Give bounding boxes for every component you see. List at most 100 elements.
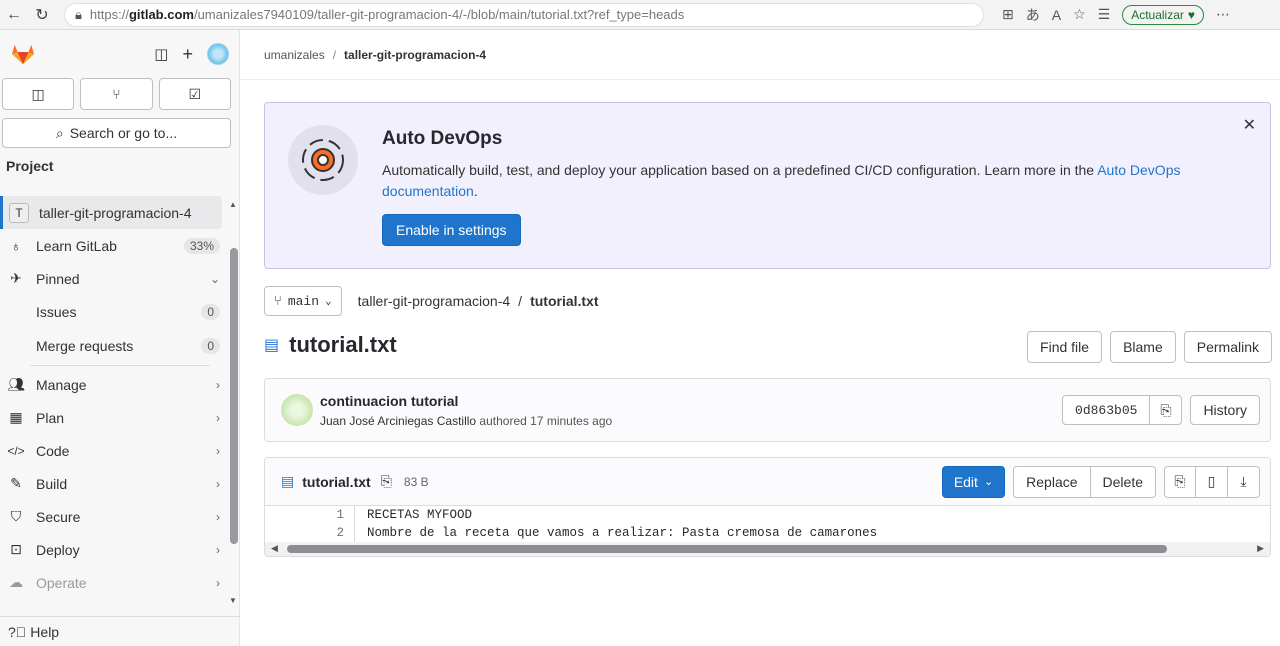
sidebar-item-secure[interactable]: ⛉ Secure › xyxy=(0,500,228,533)
blame-button[interactable]: Blame xyxy=(1110,331,1176,363)
users-icon: 👥︎ xyxy=(7,376,25,392)
update-label: Actualizar xyxy=(1131,7,1184,22)
gitlab-logo-icon[interactable] xyxy=(10,43,36,65)
help-button[interactable]: ?⃝ Help xyxy=(0,616,240,646)
delete-button[interactable]: Delete xyxy=(1090,465,1156,498)
code-content: 1 RECETAS MYFOOD 2 Nombre de la receta q… xyxy=(265,506,1270,542)
translate-icon[interactable]: あ xyxy=(1026,5,1040,25)
sidebar-item-merge-requests[interactable]: Merge requests 0 xyxy=(0,329,228,363)
pin-icon: ✈ xyxy=(10,270,22,286)
sidebar-item-learn-gitlab[interactable]: ♁ Learn GitLab 33% xyxy=(0,229,228,262)
shield-icon: ⛉ xyxy=(10,508,22,524)
search-button[interactable]: ⌕ Search or go to... xyxy=(2,118,231,148)
sidebar-item-label: Operate xyxy=(36,574,87,591)
permalink-button[interactable]: Permalink xyxy=(1183,331,1272,363)
update-button[interactable]: Actualizar ♥ xyxy=(1122,4,1205,25)
collapse-sidebar-icon[interactable]: ◫ xyxy=(154,45,168,63)
copy-sha-button[interactable]: ⎘ xyxy=(1150,395,1183,425)
sidebar-item-deploy[interactable]: ⊡ Deploy › xyxy=(0,533,228,566)
sidebar-item-label: Pinned xyxy=(36,270,80,287)
sidebar-item-build[interactable]: ✎ Build › xyxy=(0,467,228,500)
cloud-icon: ☁ xyxy=(9,574,23,590)
file-icon: ▤ xyxy=(281,473,295,489)
edit-dropdown-button[interactable]: Edit ⌄ xyxy=(941,465,1006,498)
help-label: Help xyxy=(30,623,60,640)
merge-request-icon: ⑂ xyxy=(112,86,121,102)
chevron-right-icon: › xyxy=(216,377,220,392)
sidebar-item-plan[interactable]: ▦ Plan › xyxy=(0,401,228,434)
path-project[interactable]: taller-git-programacion-4 xyxy=(358,293,511,309)
avatar[interactable] xyxy=(281,394,313,426)
line-number[interactable]: 1 xyxy=(265,506,355,524)
scroll-down-icon[interactable]: ▼ xyxy=(229,596,237,605)
horizontal-scrollbar[interactable]: ◀ ▶ xyxy=(265,542,1270,556)
todo-shortcut-button[interactable]: ☑ xyxy=(158,78,231,110)
path-file: tutorial.txt xyxy=(530,293,599,309)
read-aloud-icon[interactable]: A xyxy=(1052,7,1061,23)
scroll-left-icon[interactable]: ◀ xyxy=(271,543,278,554)
close-icon[interactable]: ✕ xyxy=(1243,115,1256,135)
sidebar-item-issues[interactable]: Issues 0 xyxy=(0,295,228,329)
download-button[interactable]: ⤓ xyxy=(1228,465,1260,498)
address-bar[interactable]: 🔒︎ https://gitlab.com/umanizales7940109/… xyxy=(64,2,984,27)
apps-icon[interactable]: ⊞ xyxy=(1002,6,1014,23)
last-commit: continuacion tutorial Juan José Arcinieg… xyxy=(264,378,1271,442)
count-badge: 0 xyxy=(201,304,220,320)
copy-contents-button[interactable]: ⎘ xyxy=(1164,465,1196,498)
sidebar-item-manage[interactable]: 👥︎ Manage › xyxy=(0,368,228,401)
scroll-right-icon[interactable]: ▶ xyxy=(1257,543,1264,554)
help-icon: ?⃝ xyxy=(8,623,27,640)
merge-requests-shortcut-button[interactable]: ⑂ xyxy=(80,78,153,110)
main-content: umanizales / taller-git-programacion-4 A… xyxy=(241,30,1280,646)
code-icon: </> xyxy=(7,443,25,458)
history-button[interactable]: History xyxy=(1190,395,1260,425)
project-avatar: T xyxy=(9,202,29,223)
search-icon: ⌕ xyxy=(55,124,64,141)
user-avatar[interactable] xyxy=(207,43,229,65)
sidebar-item-label: Learn GitLab xyxy=(36,237,117,254)
find-file-button[interactable]: Find file xyxy=(1027,331,1103,363)
sidebar-item-operate[interactable]: ☁ Operate › xyxy=(0,566,228,599)
sidebar-item-label: Plan xyxy=(36,409,65,426)
breadcrumb-owner[interactable]: umanizales xyxy=(264,48,325,62)
banner-title: Auto DevOps xyxy=(382,128,503,149)
chevron-down-icon: ⌄ xyxy=(209,271,220,286)
copy-path-icon[interactable]: ⎘ xyxy=(381,473,392,490)
deploy-icon: ⊡ xyxy=(10,541,22,557)
horizontal-scroll-thumb[interactable] xyxy=(287,545,1167,553)
file-title-text: tutorial.txt xyxy=(289,332,397,357)
banner-description: Automatically build, test, and deploy yo… xyxy=(382,162,1098,178)
sidebar-item-code[interactable]: </> Code › xyxy=(0,434,228,467)
issues-icon: ◫ xyxy=(31,85,45,102)
scroll-up-icon[interactable]: ▲ xyxy=(229,200,237,209)
repo-navigation: ⑂ main ⌄ taller-git-programacion-4 / tutor… xyxy=(264,285,599,317)
sidebar-scrollbar[interactable] xyxy=(230,248,238,544)
open-raw-button[interactable]: ▯ xyxy=(1196,465,1228,498)
line-number[interactable]: 2 xyxy=(265,524,355,542)
favorites-list-icon[interactable]: ☰ xyxy=(1098,6,1111,23)
sidebar-item-project[interactable]: T taller-git-programacion-4 xyxy=(0,196,222,229)
favorite-icon[interactable]: ☆ xyxy=(1073,6,1086,23)
sidebar-item-label: Build xyxy=(36,475,68,492)
commit-author[interactable]: Juan José Arciniegas Castillo xyxy=(320,414,476,428)
branch-selector[interactable]: ⑂ main ⌄ xyxy=(264,286,342,316)
branch-icon: ⑂ xyxy=(274,293,282,309)
browser-toolbar: ← ↻ 🔒︎ https://gitlab.com/umanizales7940… xyxy=(0,0,1280,30)
blob-file-name: tutorial.txt xyxy=(302,473,371,490)
chevron-right-icon: › xyxy=(216,509,220,524)
banner-period: . xyxy=(473,183,478,199)
back-icon[interactable]: ← xyxy=(0,1,28,29)
commit-sha[interactable]: 0d863b05 xyxy=(1062,395,1151,425)
replace-button[interactable]: Replace xyxy=(1013,465,1091,498)
file-icon: ▤ xyxy=(264,337,280,354)
more-icon[interactable]: ⋯ xyxy=(1216,6,1230,23)
plus-icon[interactable]: + xyxy=(182,44,193,65)
issues-shortcut-button[interactable]: ◫ xyxy=(2,78,75,110)
breadcrumb-separator: / xyxy=(332,47,337,62)
reload-icon[interactable]: ↻ xyxy=(28,1,56,29)
commit-meta: Juan José Arciniegas Castillo authored 1… xyxy=(320,414,612,428)
enable-in-settings-button[interactable]: Enable in settings xyxy=(382,214,521,246)
sidebar-item-pinned[interactable]: ✈ Pinned ⌄ xyxy=(0,262,228,295)
commit-message[interactable]: continuacion tutorial xyxy=(320,393,458,409)
breadcrumb-project[interactable]: taller-git-programacion-4 xyxy=(344,48,486,62)
